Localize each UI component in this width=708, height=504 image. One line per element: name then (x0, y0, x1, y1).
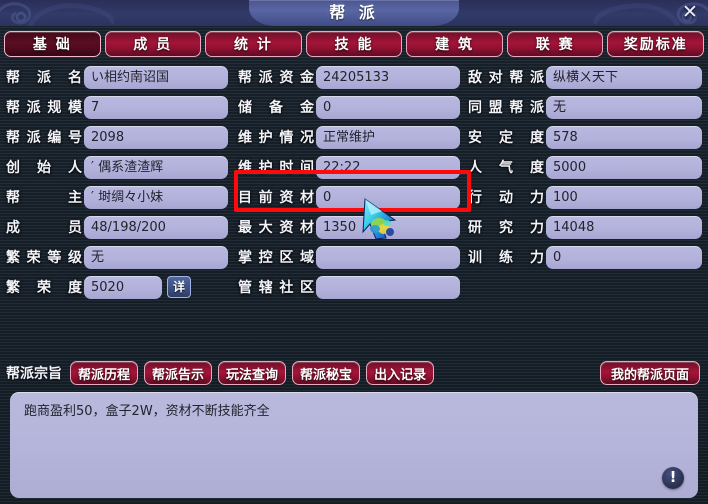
field-members: 成 员 48/198/200 (6, 212, 228, 242)
title-ornament-left-icon (0, 2, 114, 26)
field-value[interactable]: 正常维护 (316, 125, 460, 149)
field-maintenance-status: 维护情况 正常维护 (238, 122, 460, 152)
my-guild-page-button[interactable]: 我的帮派页面 (599, 361, 700, 385)
field-value[interactable]: 14048 (546, 215, 702, 239)
field-value[interactable]: 5000 (546, 155, 702, 179)
field-value[interactable]: 48/198/200 (84, 215, 228, 239)
field-prosperity-value: 繁 荣 度 5020 详 (6, 272, 228, 302)
field-guild-leader: 帮 主 ′ 埘绸々小妹 (6, 182, 228, 212)
field-allied-guild: 同盟帮派 无 (468, 92, 702, 122)
field-value[interactable] (316, 275, 460, 299)
field-guild-id: 帮派编号 2098 (6, 122, 228, 152)
field-max-materials: 最大资材 1350 (238, 212, 460, 242)
field-label: 掌控区域 (238, 250, 314, 266)
tab-members[interactable]: 成 员 (104, 31, 202, 57)
tab-basics[interactable]: 基 础 (4, 31, 101, 57)
field-value[interactable]: 2098 (84, 125, 228, 149)
field-label: 帮 主 (6, 190, 82, 206)
field-value[interactable]: 纵横ㄨ天下 (546, 65, 702, 89)
field-label: 繁 荣 度 (6, 280, 82, 296)
field-value[interactable]: 7 (84, 95, 228, 119)
guild-purpose-panel: 跑商盈利50，盒子2W，资材不断技能齐全 ! (10, 392, 698, 498)
guild-treasure-button[interactable]: 帮派秘宝 (292, 361, 361, 385)
field-value[interactable]: ′ 偶系渣渣辉 (84, 155, 228, 179)
field-value[interactable]: 22:22 (316, 155, 460, 179)
field-action-power: 行 动 力 100 (468, 182, 702, 212)
field-label: 安 定 度 (468, 130, 544, 146)
guild-notice-button[interactable]: 帮派告示 (144, 361, 213, 385)
field-value[interactable]: 578 (546, 125, 702, 149)
field-label: 人 气 度 (468, 160, 544, 176)
field-label: 同盟帮派 (468, 100, 544, 116)
tab-reward-standard[interactable]: 奖励标准 (607, 31, 705, 57)
field-value[interactable]: 5020 (84, 275, 162, 299)
field-value[interactable]: 0 (316, 185, 460, 209)
field-maintenance-time: 维护时间 22:22 (238, 152, 460, 182)
guild-history-button[interactable]: 帮派历程 (70, 361, 139, 385)
tab-stats[interactable]: 统 计 (205, 31, 302, 57)
field-reserve-funds: 储 备 金 0 (238, 92, 460, 122)
field-value[interactable]: 0 (316, 95, 460, 119)
field-value[interactable]: ′ 埘绸々小妹 (84, 185, 228, 209)
field-value[interactable]: 0 (546, 245, 702, 269)
field-label: 成 员 (6, 220, 82, 236)
field-popularity: 人 气 度 5000 (468, 152, 702, 182)
action-bar: 帮派宗旨 帮派历程 帮派告示 玩法查询 帮派秘宝 出入记录 我的帮派页面 (0, 358, 708, 388)
tab-bar: 基 础 成 员 统 计 技 能 建 筑 联 赛 奖励标准 (0, 30, 708, 58)
field-label: 帮派资金 (238, 70, 314, 86)
field-value[interactable]: 100 (546, 185, 702, 209)
info-column-left: 帮 派 名 い相约南诏国 帮派规模 7 帮派编号 2098 创 始 人 ′ 偶系… (6, 62, 228, 302)
field-label: 敌对帮派 (468, 70, 544, 86)
title-bar: 帮 派 ✕ (0, 0, 708, 26)
field-label: 繁荣等级 (6, 250, 82, 266)
field-value[interactable] (316, 245, 460, 269)
field-training-power: 训 练 力 0 (468, 242, 702, 272)
field-guild-name: 帮 派 名 い相约南诏国 (6, 62, 228, 92)
field-jurisdiction-community: 管辖社区 (238, 272, 460, 302)
field-label: 帮派规模 (6, 100, 82, 116)
close-icon[interactable]: ✕ (678, 1, 702, 25)
field-value[interactable]: 无 (84, 245, 228, 269)
tab-skills[interactable]: 技 能 (305, 31, 403, 57)
field-stability: 安 定 度 578 (468, 122, 702, 152)
field-label: 创 始 人 (6, 160, 82, 176)
info-icon[interactable]: ! (662, 467, 684, 489)
field-value[interactable]: 无 (546, 95, 702, 119)
info-column-right: 敌对帮派 纵横ㄨ天下 同盟帮派 无 安 定 度 578 人 气 度 5000 行… (468, 62, 702, 272)
field-label: 维护时间 (238, 160, 314, 176)
tab-buildings[interactable]: 建 筑 (406, 31, 503, 57)
info-column-middle: 帮派资金 24205133 储 备 金 0 维护情况 正常维护 维护时间 22:… (238, 62, 460, 302)
field-value[interactable]: 1350 (316, 215, 460, 239)
field-current-materials: 目前资材 0 (238, 182, 460, 212)
field-founder: 创 始 人 ′ 偶系渣渣辉 (6, 152, 228, 182)
field-label: 行 动 力 (468, 190, 544, 206)
field-label: 维护情况 (238, 130, 314, 146)
field-research-power: 研 究 力 14048 (468, 212, 702, 242)
page-title: 帮 派 (329, 3, 379, 22)
field-label: 目前资材 (238, 190, 314, 206)
field-label: 管辖社区 (238, 280, 314, 296)
gameplay-query-button[interactable]: 玩法查询 (218, 361, 287, 385)
field-label: 训 练 力 (468, 250, 544, 266)
field-controlled-area: 掌控区域 (238, 242, 460, 272)
prosperity-detail-button[interactable]: 详 (167, 276, 191, 298)
field-guild-funds: 帮派资金 24205133 (238, 62, 460, 92)
field-label: 最大资材 (238, 220, 314, 236)
guild-purpose-text[interactable]: 跑商盈利50，盒子2W，资材不断技能齐全 (24, 402, 684, 421)
field-label: 帮派编号 (6, 130, 82, 146)
field-guild-scale: 帮派规模 7 (6, 92, 228, 122)
field-prosperity-level: 繁荣等级 无 (6, 242, 228, 272)
field-label: 帮 派 名 (6, 70, 82, 86)
entry-exit-log-button[interactable]: 出入记录 (366, 361, 435, 385)
guild-panel-window: 帮 派 ✕ 基 础 成 员 统 计 技 能 建 筑 联 赛 奖励标准 帮 派 名… (0, 0, 708, 504)
tab-league[interactable]: 联 赛 (506, 31, 604, 57)
field-enemy-guild: 敌对帮派 纵横ㄨ天下 (468, 62, 702, 92)
field-value[interactable]: い相约南诏国 (84, 65, 228, 89)
guild-purpose-label: 帮派宗旨 (6, 366, 62, 382)
field-label: 研 究 力 (468, 220, 544, 236)
field-value[interactable]: 24205133 (316, 65, 460, 89)
field-label: 储 备 金 (238, 100, 314, 116)
